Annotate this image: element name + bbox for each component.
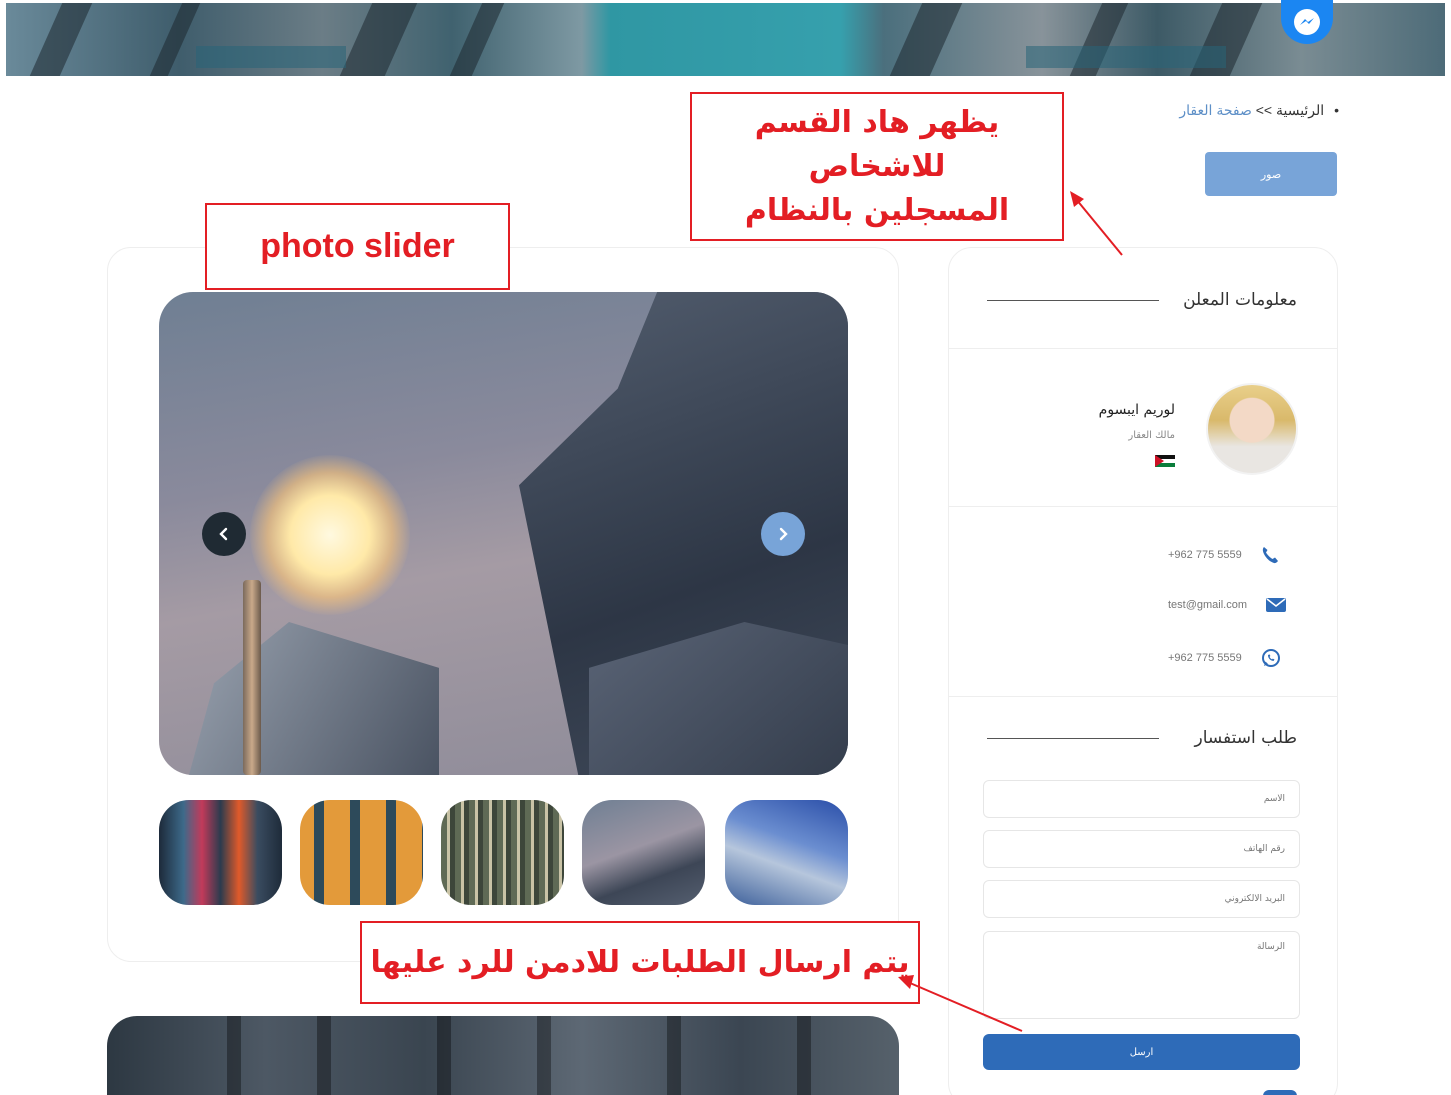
slider-thumbnail[interactable] [441,800,564,905]
envelope-icon [1266,598,1287,612]
secondary-button[interactable] [1263,1090,1297,1095]
breadcrumb-bullet: • [1334,102,1339,118]
slider-thumbnail[interactable] [300,800,423,905]
annotation-line: المسجلين بالنظام [744,192,1010,228]
slider-thumbnail[interactable] [725,800,848,905]
slider-thumbnail[interactable] [159,800,282,905]
message-textarea[interactable] [983,931,1300,1019]
contact-email-text: test@gmail.com [1168,599,1248,611]
annotation-arrow [898,975,1023,1032]
contact-whatsapp-text: +962 775 5559 [1168,652,1242,664]
whatsapp-icon [1261,649,1280,667]
photo-slider-annotation: photo slider [205,203,510,290]
slider-thumbnail[interactable] [582,800,705,905]
requests-annotation: يتم ارسال الطلبات للادمن للرد عليها [360,921,920,1004]
breadcrumb-current[interactable]: صفحة العقار [1179,102,1251,118]
sidebar-divider [948,348,1338,349]
advertiser-role: مالك العقار [1128,430,1175,441]
annotation-line: يظهر هاد القسم للاشخاص [754,104,1000,184]
sidebar-divider [948,506,1338,507]
registered-users-annotation: يظهر هاد القسم للاشخاص المسجلين بالنظام [690,92,1064,241]
send-button[interactable]: ارسل [983,1034,1300,1070]
contact-whatsapp-row[interactable]: +962 775 5559 [1168,647,1282,669]
contact-phone-row[interactable]: +962 775 5559 [1168,545,1280,565]
jordan-flag-icon [1155,455,1175,467]
street-lamp-pole [243,580,261,775]
property-details-banner [107,1016,899,1095]
breadcrumb-separator: >> [1255,102,1273,118]
breadcrumb-home-link[interactable]: الرئيسية [1276,102,1324,118]
phone-icon [1262,547,1278,564]
photos-button[interactable]: صور [1205,152,1337,196]
chevron-left-icon [219,527,228,541]
contact-email-row[interactable]: test@gmail.com [1168,596,1287,614]
slider-prev-button[interactable] [202,512,246,556]
messenger-icon [1294,9,1320,35]
slider-next-button[interactable] [761,512,805,556]
advertiser-info-title: معلومات المعلن [1183,290,1297,310]
breadcrumb: • الرئيسية >> صفحة العقار [1179,102,1339,119]
phone-input[interactable] [983,830,1300,868]
advertiser-avatar [1206,383,1298,475]
email-input[interactable] [983,880,1300,918]
title-underline [987,738,1159,739]
annotation-arrow [1070,191,1123,256]
sidebar-divider [948,696,1338,697]
street-lamp-light [250,455,410,615]
inquiry-title: طلب استفسار [1194,728,1297,748]
name-input[interactable] [983,780,1300,818]
top-banner-image [6,3,1445,76]
title-underline [987,300,1159,301]
chevron-right-icon [779,527,788,541]
contact-phone-text: +962 775 5559 [1168,549,1242,561]
advertiser-name: لوريم ايبسوم [1098,402,1175,418]
